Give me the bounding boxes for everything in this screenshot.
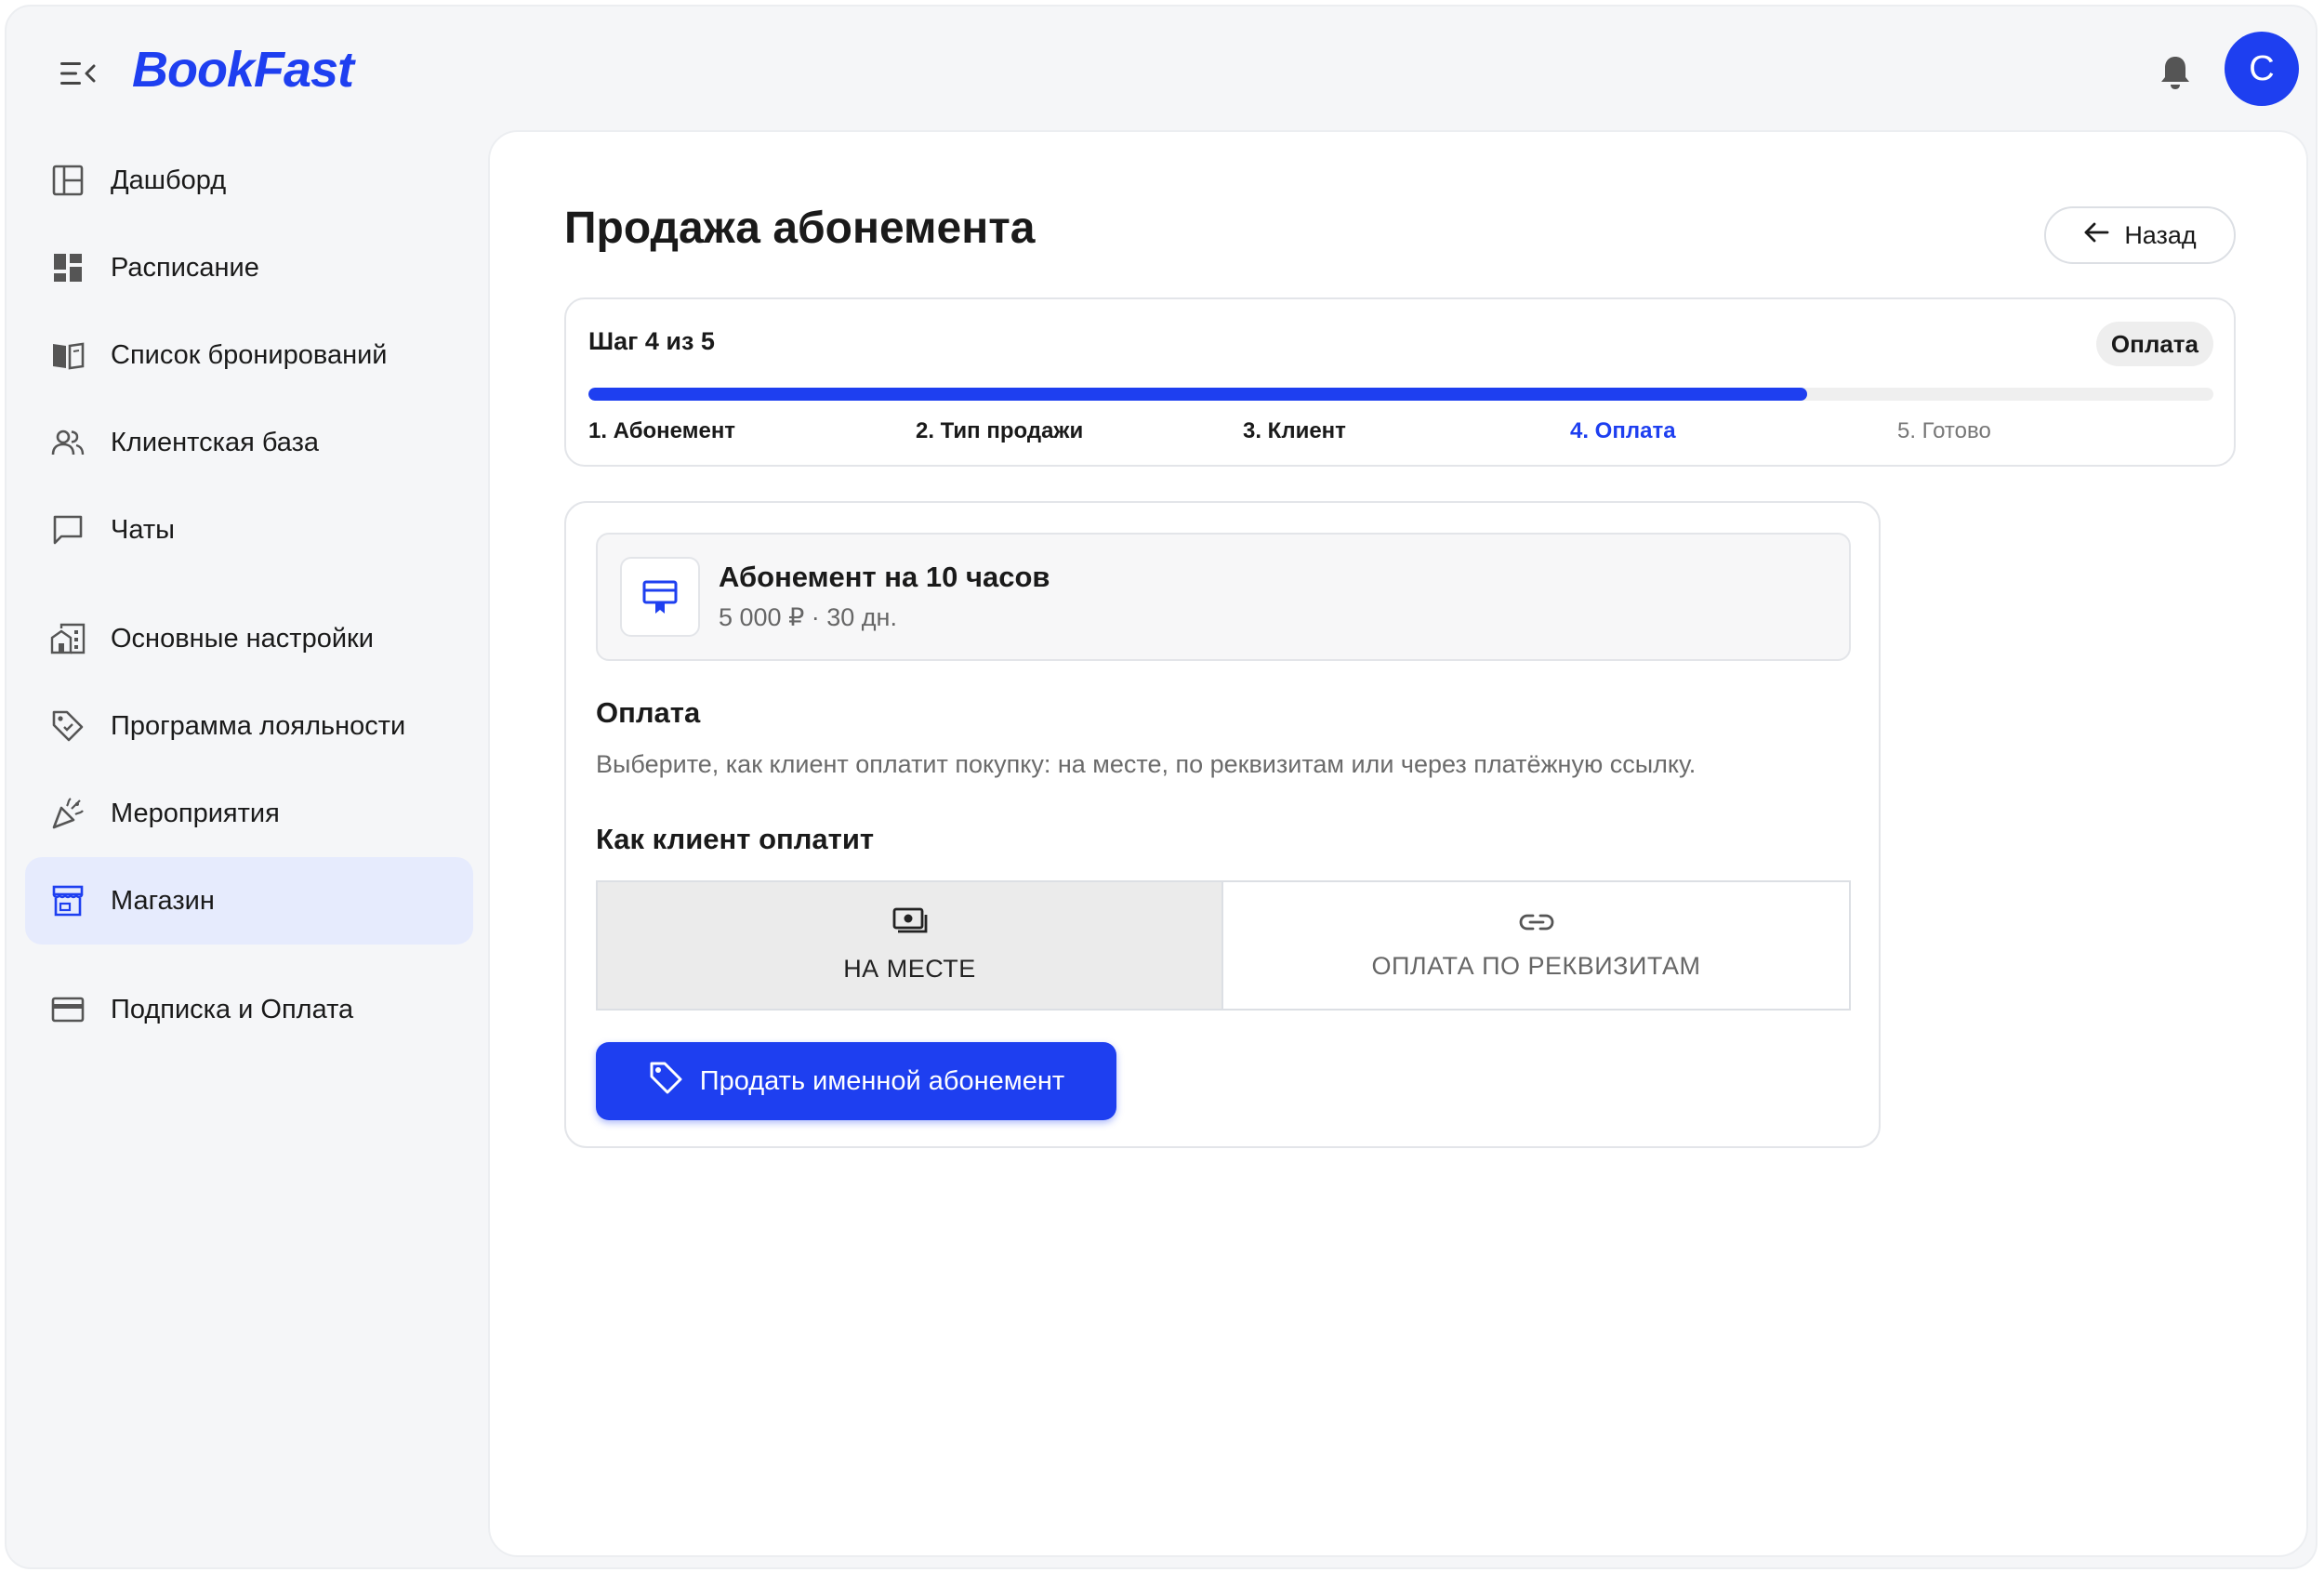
- page-title: Продажа абонемента: [564, 204, 1036, 253]
- tag-icon: [648, 1060, 683, 1103]
- payment-option-label: НА МЕСТЕ: [843, 955, 976, 983]
- payment-option-bank-details[interactable]: ОПЛАТА ПО РЕКВИЗИТАМ: [1223, 882, 1849, 1009]
- sidebar-item-label: Основные настройки: [111, 623, 374, 654]
- step-label: 2. Тип продажи: [916, 418, 1084, 443]
- avatar[interactable]: C: [2225, 32, 2299, 106]
- sidebar-item-events[interactable]: Мероприятия: [25, 770, 473, 857]
- payment-method-title: Как клиент оплатит: [596, 823, 875, 855]
- sidebar-item-label: Расписание: [111, 252, 259, 283]
- store-icon: [49, 882, 86, 919]
- party-icon: [49, 795, 86, 832]
- sidebar-item-label: Программа лояльности: [111, 710, 406, 741]
- sidebar-item-label: Клиентская база: [111, 427, 319, 457]
- progress-fill: [588, 388, 1807, 401]
- section-description: Выберите, как клиент оплатит покупку: на…: [596, 750, 1697, 778]
- sidebar-item-label: Подписка и Оплата: [111, 994, 354, 1024]
- menu-collapse-icon[interactable]: [55, 55, 101, 92]
- step-badge: Оплата: [2095, 322, 2213, 366]
- schedule-grid-icon: [49, 249, 86, 286]
- sell-button-label: Продать именной абонемент: [699, 1065, 1065, 1096]
- step-label: 5. Готово: [1897, 418, 1991, 443]
- sidebar-item-schedule[interactable]: Расписание: [25, 224, 473, 311]
- sidebar-item-label: Мероприятия: [111, 798, 280, 828]
- sidebar-item-label: Магазин: [111, 885, 215, 916]
- sidebar-item-bookings[interactable]: Список бронирований: [25, 311, 473, 399]
- bell-icon[interactable]: [2154, 51, 2197, 94]
- sidebar-item-chats[interactable]: Чаты: [25, 486, 473, 574]
- product-meta: 5 000 ₽ · 30 дн.: [719, 603, 897, 631]
- cash-icon: [892, 907, 928, 942]
- step-label: 3. Клиент: [1243, 418, 1346, 443]
- payment-option-on-site[interactable]: НА МЕСТЕ: [598, 882, 1223, 1009]
- product-name: Абонемент на 10 часов: [719, 561, 1050, 593]
- sidebar-item-dashboard[interactable]: Дашборд: [25, 137, 473, 224]
- payment-card: Абонемент на 10 часов 5 000 ₽ · 30 дн. О…: [564, 501, 1881, 1148]
- step-label-current: 4. Оплата: [1570, 418, 1676, 443]
- product-summary: Абонемент на 10 часов 5 000 ₽ · 30 дн.: [596, 533, 1851, 661]
- app-window: BookFast C Дашборд Расписание Список бро…: [5, 5, 2317, 1569]
- users-icon: [49, 424, 86, 461]
- sidebar-item-settings[interactable]: Основные настройки: [25, 595, 473, 682]
- main-panel: Продажа абонемента Назад Шаг 4 из 5 Опла…: [488, 130, 2308, 1557]
- card-icon: [49, 991, 86, 1028]
- sidebar-item-label: Чаты: [111, 514, 175, 545]
- sell-subscription-button[interactable]: Продать именной абонемент: [596, 1042, 1116, 1120]
- book-icon: [49, 337, 86, 374]
- payment-method-toggle: НА МЕСТЕ ОПЛАТА ПО РЕКВИЗИТАМ: [596, 880, 1851, 1011]
- dashboard-icon: [49, 162, 86, 199]
- sidebar-item-store[interactable]: Магазин: [25, 857, 473, 945]
- building-icon: [49, 620, 86, 657]
- stepper: Шаг 4 из 5 Оплата 1. Абонемент 2. Тип пр…: [564, 297, 2236, 467]
- progress-bar: [588, 388, 2213, 401]
- tag-icon: [49, 707, 86, 745]
- link-icon: [1519, 910, 1554, 939]
- back-button[interactable]: Назад: [2044, 206, 2236, 264]
- sidebar-item-loyalty[interactable]: Программа лояльности: [25, 682, 473, 770]
- sidebar-item-label: Дашборд: [111, 165, 227, 195]
- certificate-icon: [620, 557, 700, 637]
- step-label: 1. Абонемент: [588, 418, 736, 443]
- step-count: Шаг 4 из 5: [588, 327, 715, 355]
- arrow-left-icon: [2083, 221, 2109, 250]
- sidebar-item-label: Список бронирований: [111, 339, 388, 370]
- chat-icon: [49, 511, 86, 548]
- section-title: Оплата: [596, 696, 701, 729]
- app-logo[interactable]: BookFast: [132, 42, 354, 98]
- sidebar-item-clients[interactable]: Клиентская база: [25, 399, 473, 486]
- payment-option-label: ОПЛАТА ПО РЕКВИЗИТАМ: [1371, 952, 1701, 980]
- sidebar-item-subscription[interactable]: Подписка и Оплата: [25, 966, 473, 1053]
- back-button-label: Назад: [2124, 220, 2197, 249]
